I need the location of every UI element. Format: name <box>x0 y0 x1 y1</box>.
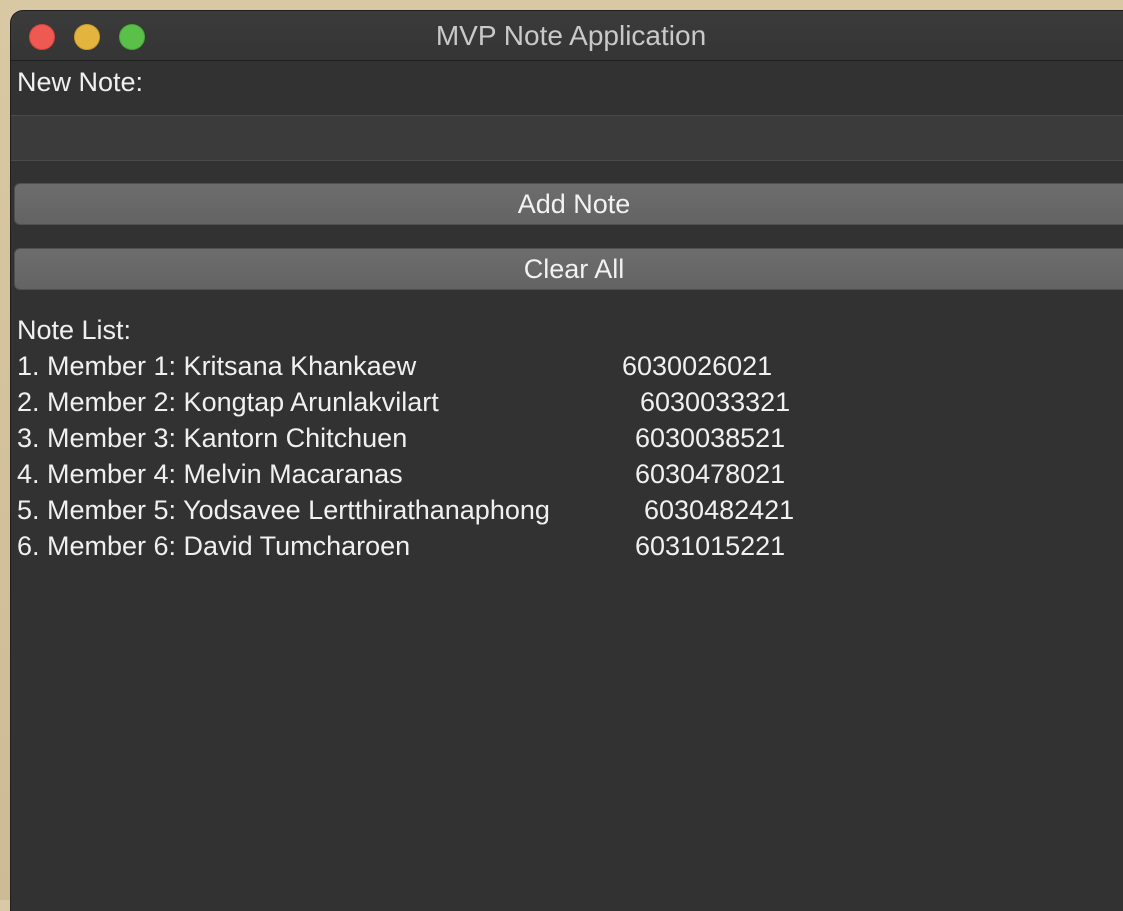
window-title: MVP Note Application <box>435 20 707 51</box>
note-item-text: 2. Member 2: Kongtap Arunlakvilart <box>17 387 439 417</box>
list-item[interactable]: 5. Member 5: Yodsavee Lertthirathanaphon… <box>17 492 917 528</box>
app-window: MVP Note Application New Note: Add Note … <box>11 11 1123 911</box>
note-item-id: 6030478021 <box>635 459 786 489</box>
note-item-id: 6030026021 <box>622 351 773 381</box>
note-item-text: 6. Member 6: David Tumcharoen <box>17 531 411 561</box>
list-item[interactable]: 6. Member 6: David Tumcharoen 6031015221 <box>17 528 917 564</box>
clear-all-button[interactable]: Clear All <box>14 248 1123 290</box>
note-item-id: 6030482421 <box>644 495 795 525</box>
list-item[interactable]: 1. Member 1: Kritsana Khankaew 603002602… <box>17 348 917 384</box>
note-item-id: 6030033321 <box>640 387 791 417</box>
list-item[interactable]: 3. Member 3: Kantorn Chitchuen 603003852… <box>17 420 917 456</box>
note-item-text: 5. Member 5: Yodsavee Lertthirathanaphon… <box>17 495 550 525</box>
title-bar[interactable]: MVP Note Application <box>11 11 1123 61</box>
note-list-label: Note List: <box>17 315 132 345</box>
note-item-text: 4. Member 4: Melvin Macaranas <box>17 459 403 489</box>
note-item-id: 6030038521 <box>635 423 786 453</box>
add-note-button[interactable]: Add Note <box>14 183 1123 225</box>
new-note-label: New Note: <box>17 67 144 97</box>
list-item[interactable]: 2. Member 2: Kongtap Arunlakvilart 60300… <box>17 384 917 420</box>
note-item-id: 6031015221 <box>635 531 786 561</box>
list-item[interactable]: 4. Member 4: Melvin Macaranas 6030478021 <box>17 456 917 492</box>
note-list: 1. Member 1: Kritsana Khankaew 603002602… <box>17 348 917 564</box>
note-item-text: 3. Member 3: Kantorn Chitchuen <box>17 423 408 453</box>
note-item-text: 1. Member 1: Kritsana Khankaew <box>17 351 417 381</box>
new-note-input[interactable] <box>11 115 1123 161</box>
